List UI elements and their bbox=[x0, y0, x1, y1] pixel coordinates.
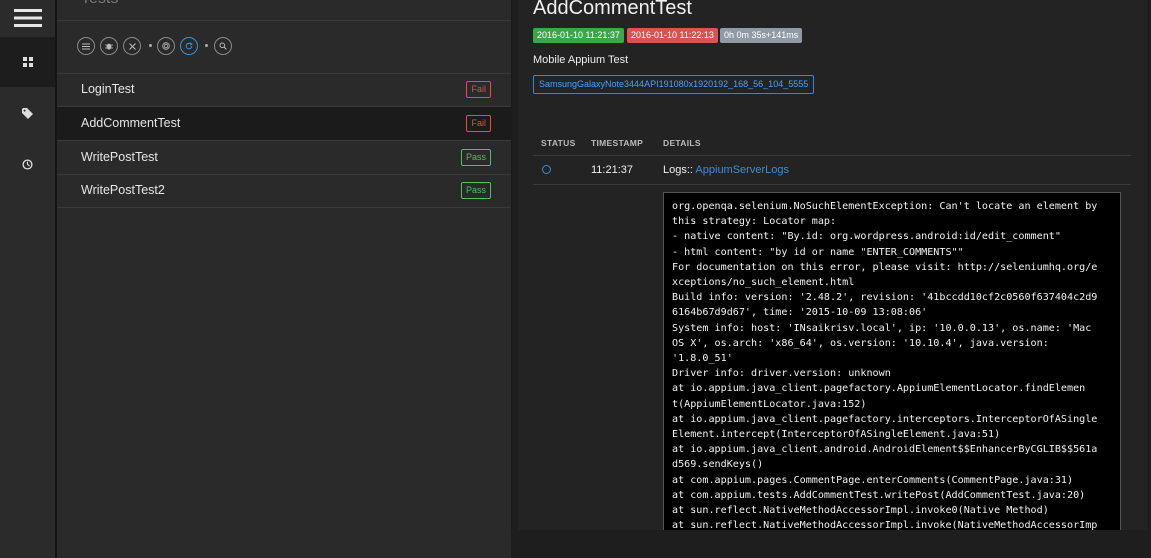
start-time-badge: 2016-01-10 11:21:37 bbox=[533, 28, 624, 43]
test-row-addcomment[interactable]: AddCommentTest Fail bbox=[57, 107, 511, 141]
test-name: WritePostTest bbox=[81, 150, 158, 164]
status-badge: Pass bbox=[460, 182, 491, 199]
timer-icon bbox=[22, 158, 33, 170]
separator-dot bbox=[149, 44, 152, 47]
nav-timer[interactable] bbox=[0, 139, 55, 189]
divider bbox=[533, 184, 1131, 185]
info-icon bbox=[542, 165, 551, 174]
test-description: Mobile Appium Test bbox=[533, 54, 629, 66]
column-header-details: DETAILS bbox=[663, 138, 701, 148]
column-header-status: STATUS bbox=[541, 138, 576, 148]
bug-icon[interactable] bbox=[100, 37, 118, 55]
separator-dot bbox=[205, 44, 208, 47]
test-row-writepost[interactable]: WritePostTest Pass bbox=[57, 141, 511, 175]
test-row-writepost2[interactable]: WritePostTest2 Pass bbox=[57, 174, 511, 208]
nav-tags[interactable] bbox=[0, 88, 55, 138]
nav-dashboard[interactable] bbox=[0, 37, 55, 87]
dashboard-icon bbox=[22, 57, 33, 67]
search-icon[interactable] bbox=[214, 37, 232, 55]
test-name: AddCommentTest bbox=[81, 116, 181, 130]
footer-area bbox=[511, 530, 1151, 558]
filter-toolbar bbox=[57, 20, 511, 74]
hamburger-menu-icon[interactable] bbox=[0, 0, 55, 36]
status-badge: Fail bbox=[466, 81, 491, 98]
status-badge: Fail bbox=[466, 115, 491, 132]
log-timestamp: 11:21:37 bbox=[591, 164, 634, 176]
icon-sidebar bbox=[0, 0, 57, 558]
stack-trace-box[interactable]: org.openqa.selenium.NoSuchElementExcepti… bbox=[663, 192, 1121, 530]
test-name: WritePostTest2 bbox=[81, 183, 165, 197]
test-title: AddCommentTest bbox=[533, 0, 692, 19]
log-label: Logs:: bbox=[663, 164, 693, 176]
stack-trace-text: org.openqa.selenium.NoSuchElementExcepti… bbox=[672, 201, 1098, 530]
test-detail-panel: AddCommentTest 2016-01-10 11:21:37 2016-… bbox=[518, 0, 1147, 530]
test-name: LoginTest bbox=[81, 82, 135, 96]
tag-icon bbox=[22, 107, 33, 119]
divider bbox=[533, 155, 1131, 156]
device-label[interactable]: SamsungGalaxyNote3444API191080x1920192_1… bbox=[533, 75, 815, 94]
fingerprint-icon[interactable] bbox=[157, 37, 175, 55]
column-header-timestamp: TIMESTAMP bbox=[591, 138, 644, 148]
duration-badge: 0h 0m 35s+141ms bbox=[720, 28, 803, 43]
test-row-login[interactable]: LoginTest Fail bbox=[57, 73, 511, 107]
tests-panel: Tests LoginTest Fail AddCommentTest Fail… bbox=[57, 0, 512, 558]
panel-title: Tests bbox=[81, 0, 118, 8]
end-time-badge: 2016-01-10 11:22:13 bbox=[627, 28, 718, 43]
refresh-icon[interactable] bbox=[180, 37, 198, 55]
appium-logs-link[interactable]: AppiumServerLogs bbox=[695, 164, 789, 176]
status-badge: Pass bbox=[460, 149, 491, 166]
list-icon[interactable] bbox=[77, 37, 95, 55]
log-details: Logs:: AppiumServerLogs bbox=[663, 164, 789, 176]
close-icon[interactable] bbox=[123, 37, 141, 55]
